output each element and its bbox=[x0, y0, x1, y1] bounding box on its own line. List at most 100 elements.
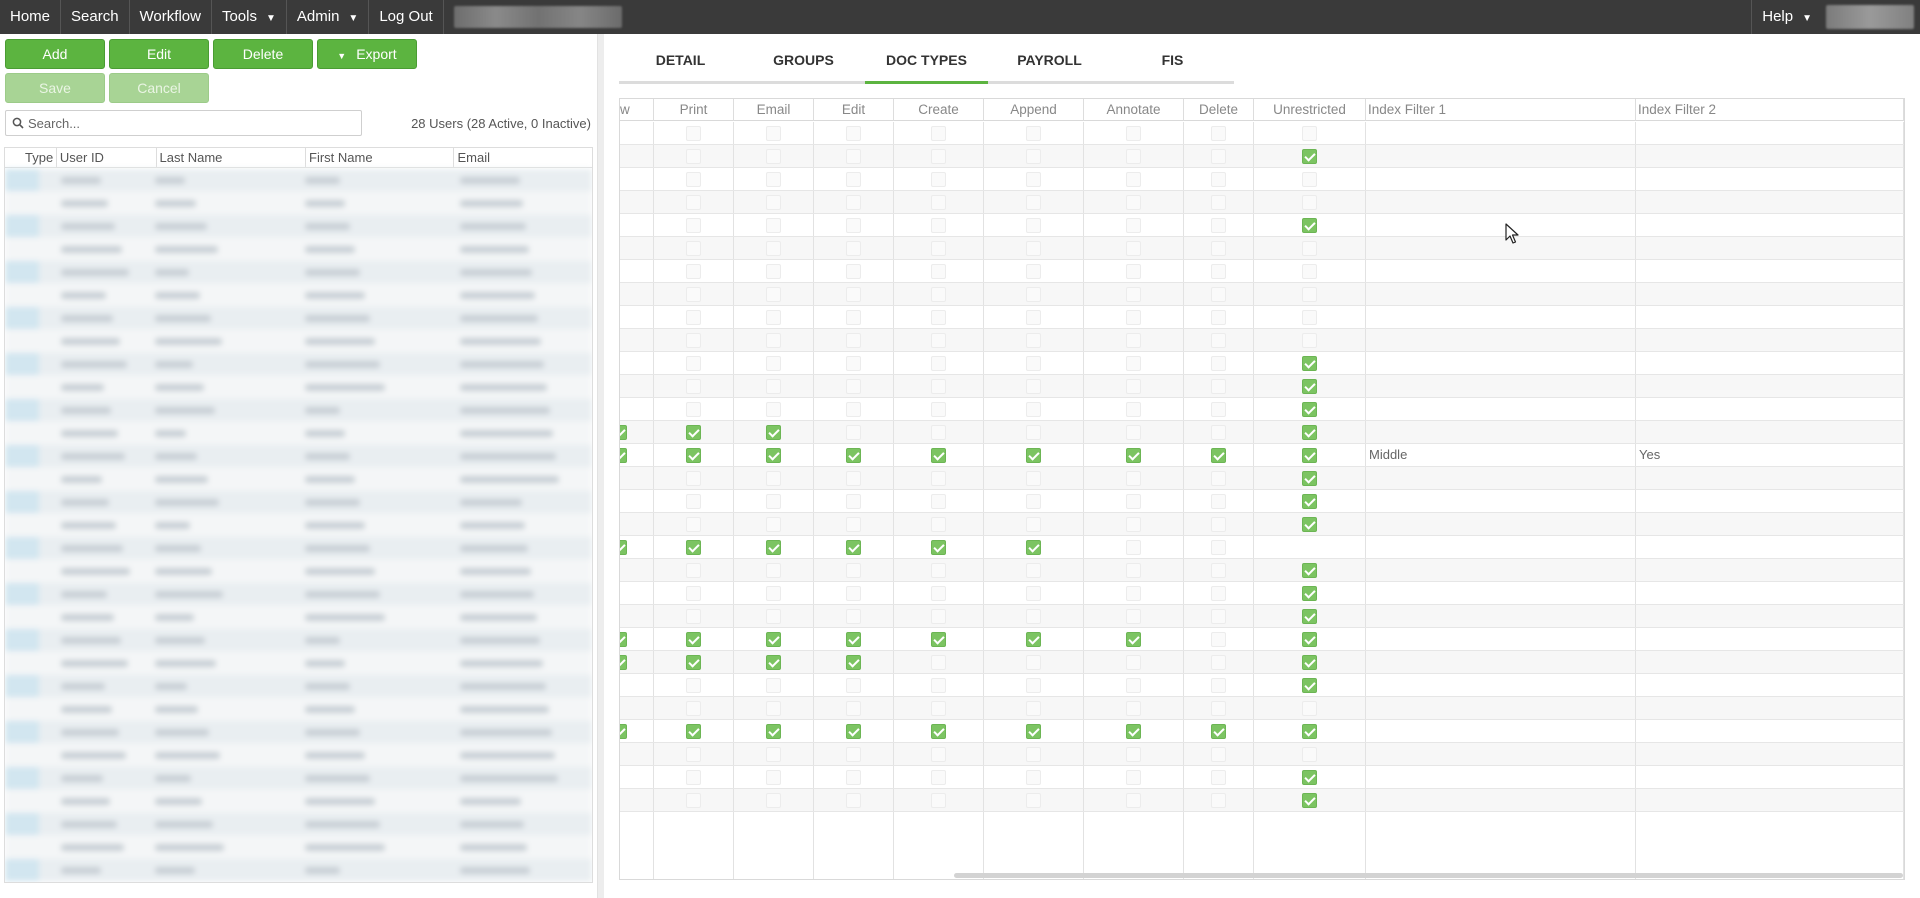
index-filter-1-cell[interactable] bbox=[1366, 467, 1636, 489]
unrestricted-checkbox[interactable] bbox=[1301, 287, 1317, 302]
nav-logout[interactable]: Log Out bbox=[369, 0, 444, 34]
index-filter-2-cell[interactable] bbox=[1636, 720, 1904, 742]
edit-checkbox[interactable] bbox=[845, 425, 861, 440]
email-checkbox[interactable] bbox=[765, 517, 781, 532]
table-row[interactable] bbox=[5, 652, 592, 675]
delete-checkbox[interactable] bbox=[1210, 379, 1226, 394]
append-checkbox[interactable] bbox=[1025, 540, 1041, 555]
unrestricted-checkbox[interactable] bbox=[1301, 264, 1317, 279]
unrestricted-checkbox[interactable] bbox=[1301, 471, 1317, 486]
index-filter-1-cell[interactable] bbox=[1366, 375, 1636, 397]
tab-groups[interactable]: GROUPS bbox=[742, 48, 865, 81]
append-checkbox[interactable] bbox=[1025, 586, 1041, 601]
append-checkbox[interactable] bbox=[1025, 195, 1041, 210]
append-checkbox[interactable] bbox=[1025, 310, 1041, 325]
append-checkbox[interactable] bbox=[1025, 632, 1041, 647]
append-checkbox[interactable] bbox=[1025, 379, 1041, 394]
view-checkbox[interactable] bbox=[620, 425, 627, 440]
annotate-checkbox[interactable] bbox=[1125, 540, 1141, 555]
index-filter-2-cell[interactable] bbox=[1636, 697, 1904, 719]
delete-checkbox[interactable] bbox=[1210, 149, 1226, 164]
create-checkbox[interactable] bbox=[930, 310, 946, 325]
create-checkbox[interactable] bbox=[930, 586, 946, 601]
col-type[interactable]: Type bbox=[5, 148, 57, 167]
table-row[interactable] bbox=[620, 628, 1904, 651]
email-checkbox[interactable] bbox=[765, 356, 781, 371]
index-filter-1-cell[interactable] bbox=[1366, 789, 1636, 811]
nav-help[interactable]: Help ▼ bbox=[1751, 0, 1822, 34]
print-checkbox[interactable] bbox=[685, 517, 701, 532]
table-row[interactable] bbox=[5, 376, 592, 399]
email-checkbox[interactable] bbox=[765, 448, 781, 463]
delete-checkbox[interactable] bbox=[1210, 770, 1226, 785]
append-checkbox[interactable] bbox=[1025, 678, 1041, 693]
table-row[interactable] bbox=[620, 260, 1904, 283]
email-checkbox[interactable] bbox=[765, 379, 781, 394]
create-checkbox[interactable] bbox=[930, 632, 946, 647]
index-filter-1-cell[interactable] bbox=[1366, 191, 1636, 213]
index-filter-1-cell[interactable] bbox=[1366, 145, 1636, 167]
index-filter-2-cell[interactable] bbox=[1636, 582, 1904, 604]
unrestricted-checkbox[interactable] bbox=[1301, 724, 1317, 739]
unrestricted-checkbox[interactable] bbox=[1301, 655, 1317, 670]
index-filter-2-cell[interactable] bbox=[1636, 122, 1904, 144]
create-checkbox[interactable] bbox=[930, 195, 946, 210]
email-checkbox[interactable] bbox=[765, 609, 781, 624]
table-row[interactable] bbox=[5, 514, 592, 537]
unrestricted-checkbox[interactable] bbox=[1301, 494, 1317, 509]
table-row[interactable] bbox=[5, 284, 592, 307]
table-row[interactable] bbox=[5, 468, 592, 491]
unrestricted-checkbox[interactable] bbox=[1301, 701, 1317, 716]
append-checkbox[interactable] bbox=[1025, 218, 1041, 233]
create-checkbox[interactable] bbox=[930, 241, 946, 256]
annotate-checkbox[interactable] bbox=[1125, 241, 1141, 256]
col-edit[interactable]: Edit bbox=[814, 99, 894, 121]
index-filter-2-cell[interactable] bbox=[1636, 260, 1904, 282]
append-checkbox[interactable] bbox=[1025, 425, 1041, 440]
print-checkbox[interactable] bbox=[685, 494, 701, 509]
table-row[interactable] bbox=[5, 859, 592, 882]
delete-checkbox[interactable] bbox=[1210, 356, 1226, 371]
col-print[interactable]: Print bbox=[654, 99, 734, 121]
create-checkbox[interactable] bbox=[930, 517, 946, 532]
append-checkbox[interactable] bbox=[1025, 517, 1041, 532]
email-checkbox[interactable] bbox=[765, 747, 781, 762]
annotate-checkbox[interactable] bbox=[1125, 793, 1141, 808]
edit-checkbox[interactable] bbox=[845, 678, 861, 693]
email-checkbox[interactable] bbox=[765, 793, 781, 808]
print-checkbox[interactable] bbox=[685, 632, 701, 647]
annotate-checkbox[interactable] bbox=[1125, 195, 1141, 210]
table-row[interactable] bbox=[620, 191, 1904, 214]
create-checkbox[interactable] bbox=[930, 333, 946, 348]
create-checkbox[interactable] bbox=[930, 655, 946, 670]
email-checkbox[interactable] bbox=[765, 195, 781, 210]
table-row[interactable] bbox=[5, 445, 592, 468]
index-filter-2-cell[interactable] bbox=[1636, 191, 1904, 213]
table-row[interactable] bbox=[620, 766, 1904, 789]
print-checkbox[interactable] bbox=[685, 379, 701, 394]
delete-checkbox[interactable] bbox=[1210, 632, 1226, 647]
nav-home[interactable]: Home bbox=[0, 0, 62, 34]
create-checkbox[interactable] bbox=[930, 609, 946, 624]
print-checkbox[interactable] bbox=[685, 172, 701, 187]
table-row[interactable] bbox=[620, 283, 1904, 306]
print-checkbox[interactable] bbox=[685, 356, 701, 371]
print-checkbox[interactable] bbox=[685, 701, 701, 716]
print-checkbox[interactable] bbox=[685, 264, 701, 279]
email-checkbox[interactable] bbox=[765, 678, 781, 693]
edit-checkbox[interactable] bbox=[845, 494, 861, 509]
delete-checkbox[interactable] bbox=[1210, 540, 1226, 555]
print-checkbox[interactable] bbox=[685, 402, 701, 417]
index-filter-1-cell[interactable] bbox=[1366, 674, 1636, 696]
edit-checkbox[interactable] bbox=[845, 471, 861, 486]
edit-checkbox[interactable] bbox=[845, 333, 861, 348]
delete-checkbox[interactable] bbox=[1210, 287, 1226, 302]
index-filter-2-cell[interactable] bbox=[1636, 490, 1904, 512]
index-filter-2-cell[interactable] bbox=[1636, 766, 1904, 788]
print-checkbox[interactable] bbox=[685, 310, 701, 325]
table-row[interactable] bbox=[5, 238, 592, 261]
delete-button[interactable]: Delete bbox=[213, 39, 313, 69]
print-checkbox[interactable] bbox=[685, 149, 701, 164]
index-filter-1-cell[interactable] bbox=[1366, 766, 1636, 788]
table-row[interactable] bbox=[5, 307, 592, 330]
